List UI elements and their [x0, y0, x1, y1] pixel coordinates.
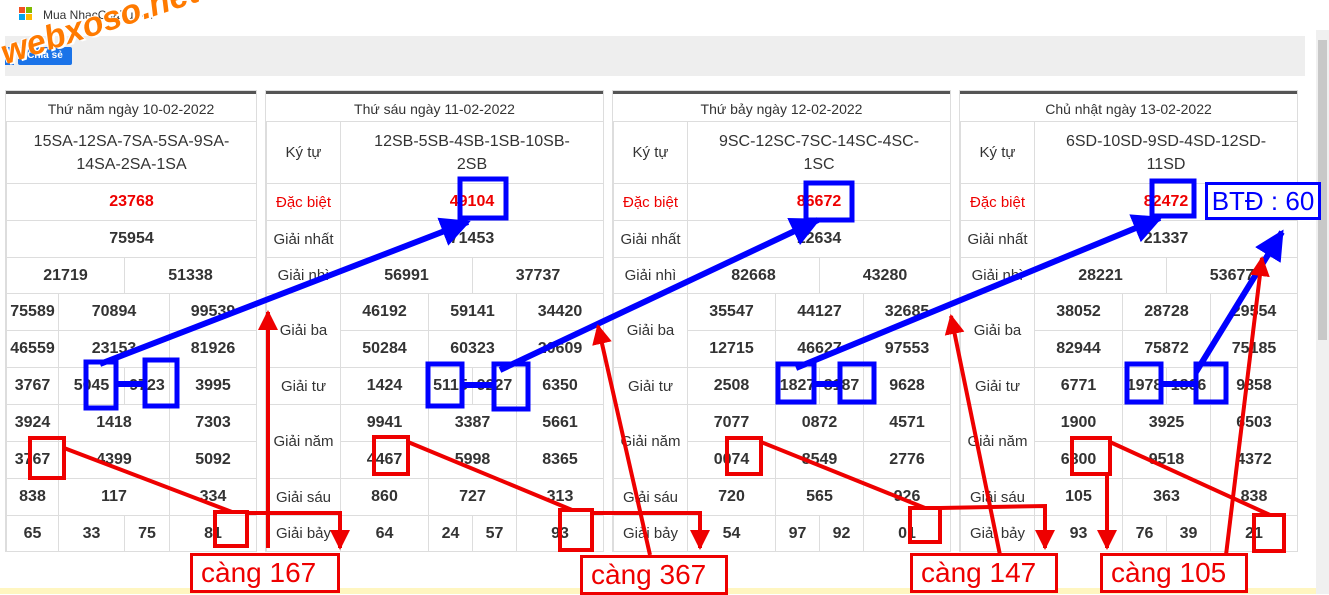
annotation-overlay [28, 176, 1286, 556]
cang-label-3: càng 105 [1100, 553, 1248, 593]
blue-arrows [98, 214, 1285, 388]
cang-label-1: càng 367 [580, 555, 728, 595]
red-highlight-boxes [28, 435, 1286, 553]
cang-label-2: càng 147 [910, 553, 1058, 593]
cang-label-0: càng 167 [190, 553, 340, 593]
btd-label: BTĐ : 60 [1205, 182, 1321, 220]
